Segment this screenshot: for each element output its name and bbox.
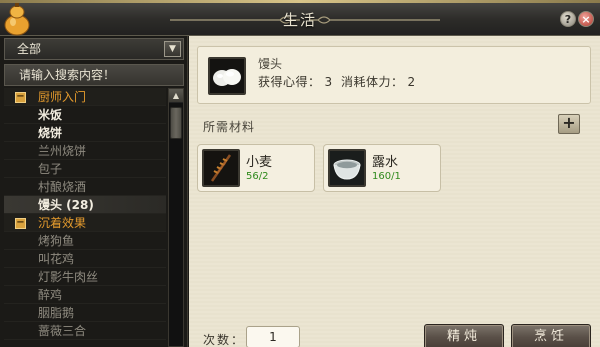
category-dropdown-value: 全部 — [17, 42, 42, 56]
list-item[interactable]: 兰州烧饼 — [4, 142, 166, 160]
list-item[interactable]: 米饭 — [4, 106, 166, 124]
category-label: 沉着效果 — [38, 216, 87, 230]
title-bar: 生活 ? × — [0, 0, 600, 36]
cost-label: 消耗体力： — [340, 75, 404, 89]
list-item[interactable]: 烧饼 — [4, 124, 166, 142]
collapse-icon[interactable]: − — [15, 218, 26, 229]
times-label: 次数： — [203, 333, 246, 347]
scroll-up-icon[interactable]: ▲ — [169, 89, 183, 103]
close-button[interactable]: × — [578, 11, 594, 27]
cook-button[interactable]: 烹饪 — [511, 324, 591, 347]
steamed-bun-icon — [210, 59, 244, 93]
refine-button[interactable]: 精炖 — [424, 324, 504, 347]
list-item[interactable]: 灯影牛肉丝 — [4, 268, 166, 286]
recipe-detail-panel: 馒头 获得心得： 3 消耗体力： 2 所需材料 + 小麦 56/2 露水 160… — [189, 36, 600, 347]
bowl-icon — [330, 151, 364, 185]
list-item[interactable]: 醉鸡 — [4, 286, 166, 304]
list-item[interactable]: 村酿烧酒 — [4, 178, 166, 196]
gourd-logo-icon — [4, 3, 30, 36]
material-slot[interactable] — [202, 149, 240, 187]
list-scrollbar[interactable]: ▲ — [168, 88, 184, 347]
times-input[interactable]: 1 — [246, 326, 300, 347]
chevron-down-icon[interactable]: ▼ — [164, 41, 181, 57]
material-card[interactable]: 小麦 56/2 — [197, 144, 315, 192]
scrollbar-thumb[interactable] — [170, 107, 182, 139]
category-header-chef[interactable]: − 厨师入门 — [4, 88, 166, 106]
gain-label: 获得心得： — [258, 75, 321, 89]
collapse-icon[interactable]: − — [15, 92, 26, 103]
list-item[interactable]: 胭脂鹅 — [4, 304, 166, 322]
product-stats: 获得心得： 3 消耗体力： 2 — [258, 73, 420, 90]
product-name: 馒头 — [258, 57, 283, 71]
add-material-button[interactable]: + — [558, 114, 580, 134]
category-header-effects[interactable]: − 沉着效果 — [4, 214, 166, 232]
material-count: 160/1 — [372, 171, 401, 182]
list-item[interactable]: 包子 — [4, 160, 166, 178]
product-card: 馒头 获得心得： 3 消耗体力： 2 — [197, 46, 591, 104]
list-item[interactable]: 叫花鸡 — [4, 250, 166, 268]
material-slot[interactable] — [328, 149, 366, 187]
material-card[interactable]: 露水 160/1 — [323, 144, 441, 192]
search-input[interactable]: 请输入搜索内容！ — [4, 64, 184, 86]
material-name: 小麦 — [246, 155, 273, 170]
help-button[interactable]: ? — [560, 11, 576, 27]
recipe-sidebar: 全部 ▼ 请输入搜索内容！ − 厨师入门 米饭 烧饼 兰州烧饼 包子 村酿烧酒 … — [0, 36, 188, 347]
list-item[interactable]: 蔷薇三合 — [4, 322, 166, 340]
material-name: 露水 — [372, 155, 399, 170]
product-slot[interactable] — [208, 57, 246, 95]
title-ornament-right-icon — [310, 16, 440, 24]
list-item-selected[interactable]: 馒头 (28) — [4, 196, 166, 214]
recipe-list: − 厨师入门 米饭 烧饼 兰州烧饼 包子 村酿烧酒 馒头 (28) − 沉着效果… — [4, 88, 166, 347]
materials-header: 所需材料 — [203, 120, 256, 134]
wheat-icon — [204, 151, 238, 185]
gain-value: 3 — [324, 75, 333, 89]
cost-value: 2 — [407, 75, 416, 89]
category-dropdown[interactable]: 全部 ▼ — [4, 38, 184, 60]
category-label: 厨师入门 — [38, 90, 87, 104]
material-count: 56/2 — [246, 171, 269, 182]
list-item[interactable]: 烤狗鱼 — [4, 232, 166, 250]
